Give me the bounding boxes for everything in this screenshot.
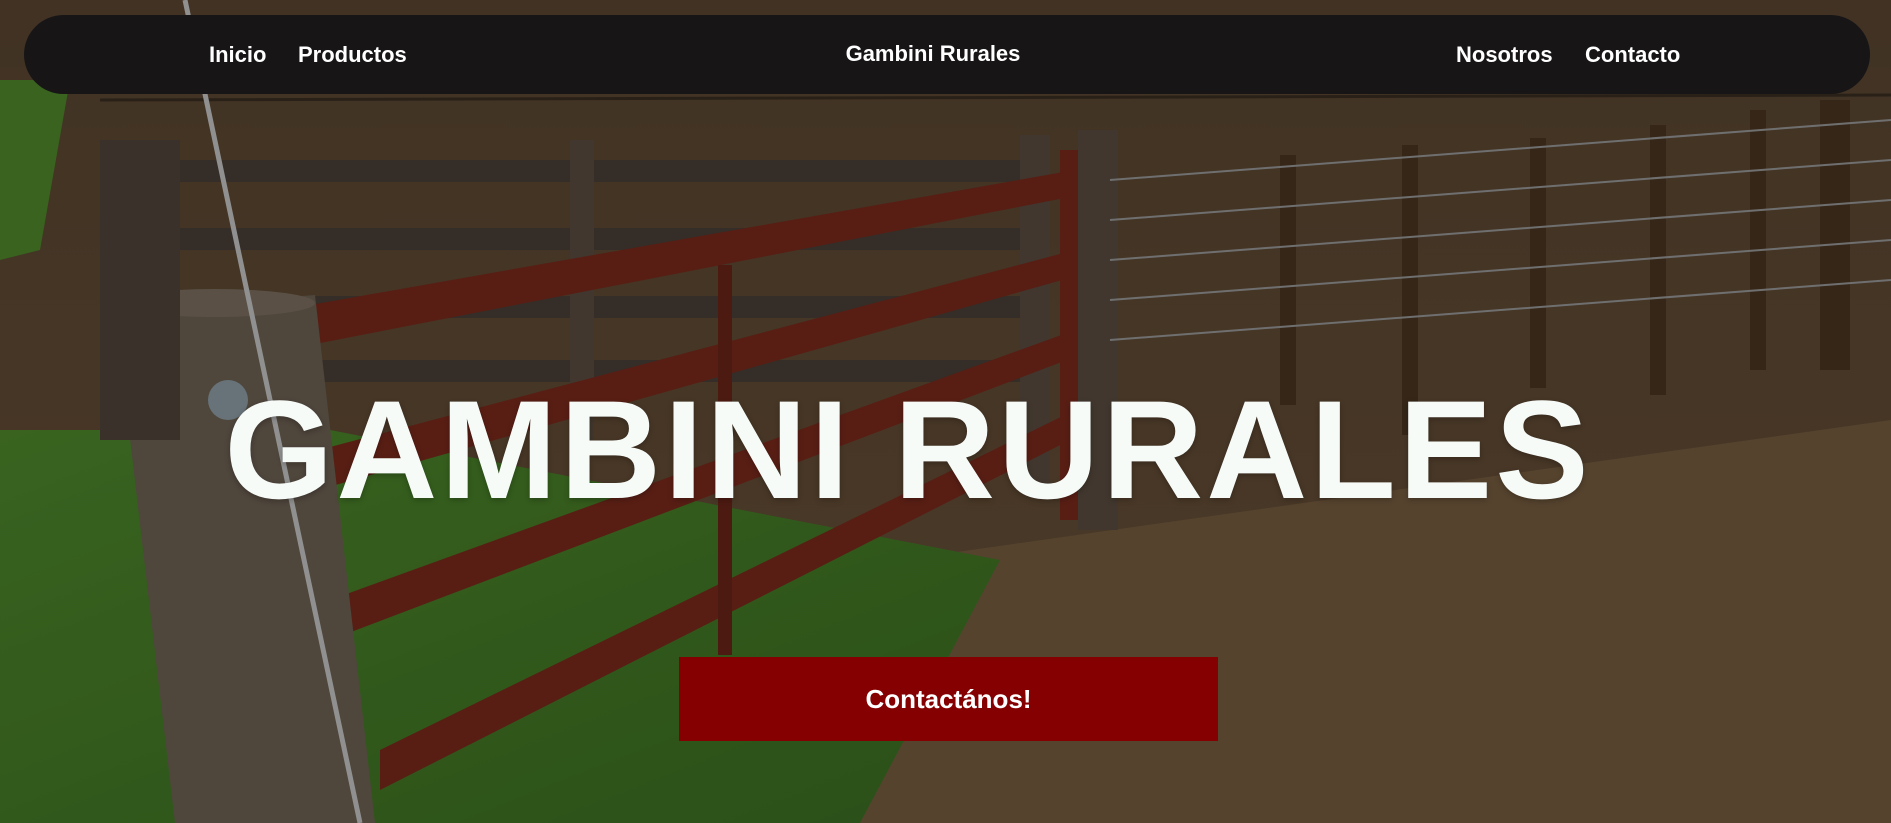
- nav-link-contacto[interactable]: Contacto: [1585, 42, 1680, 68]
- top-navbar: Inicio Productos Gambini Rurales Nosotro…: [24, 15, 1870, 94]
- hero-title: GAMBINI RURALES: [224, 371, 1592, 528]
- contact-cta-button[interactable]: Contactános!: [679, 657, 1218, 741]
- nav-brand[interactable]: Gambini Rurales: [24, 41, 1842, 67]
- nav-link-nosotros[interactable]: Nosotros: [1456, 42, 1553, 68]
- hero-section: Inicio Productos Gambini Rurales Nosotro…: [0, 0, 1891, 823]
